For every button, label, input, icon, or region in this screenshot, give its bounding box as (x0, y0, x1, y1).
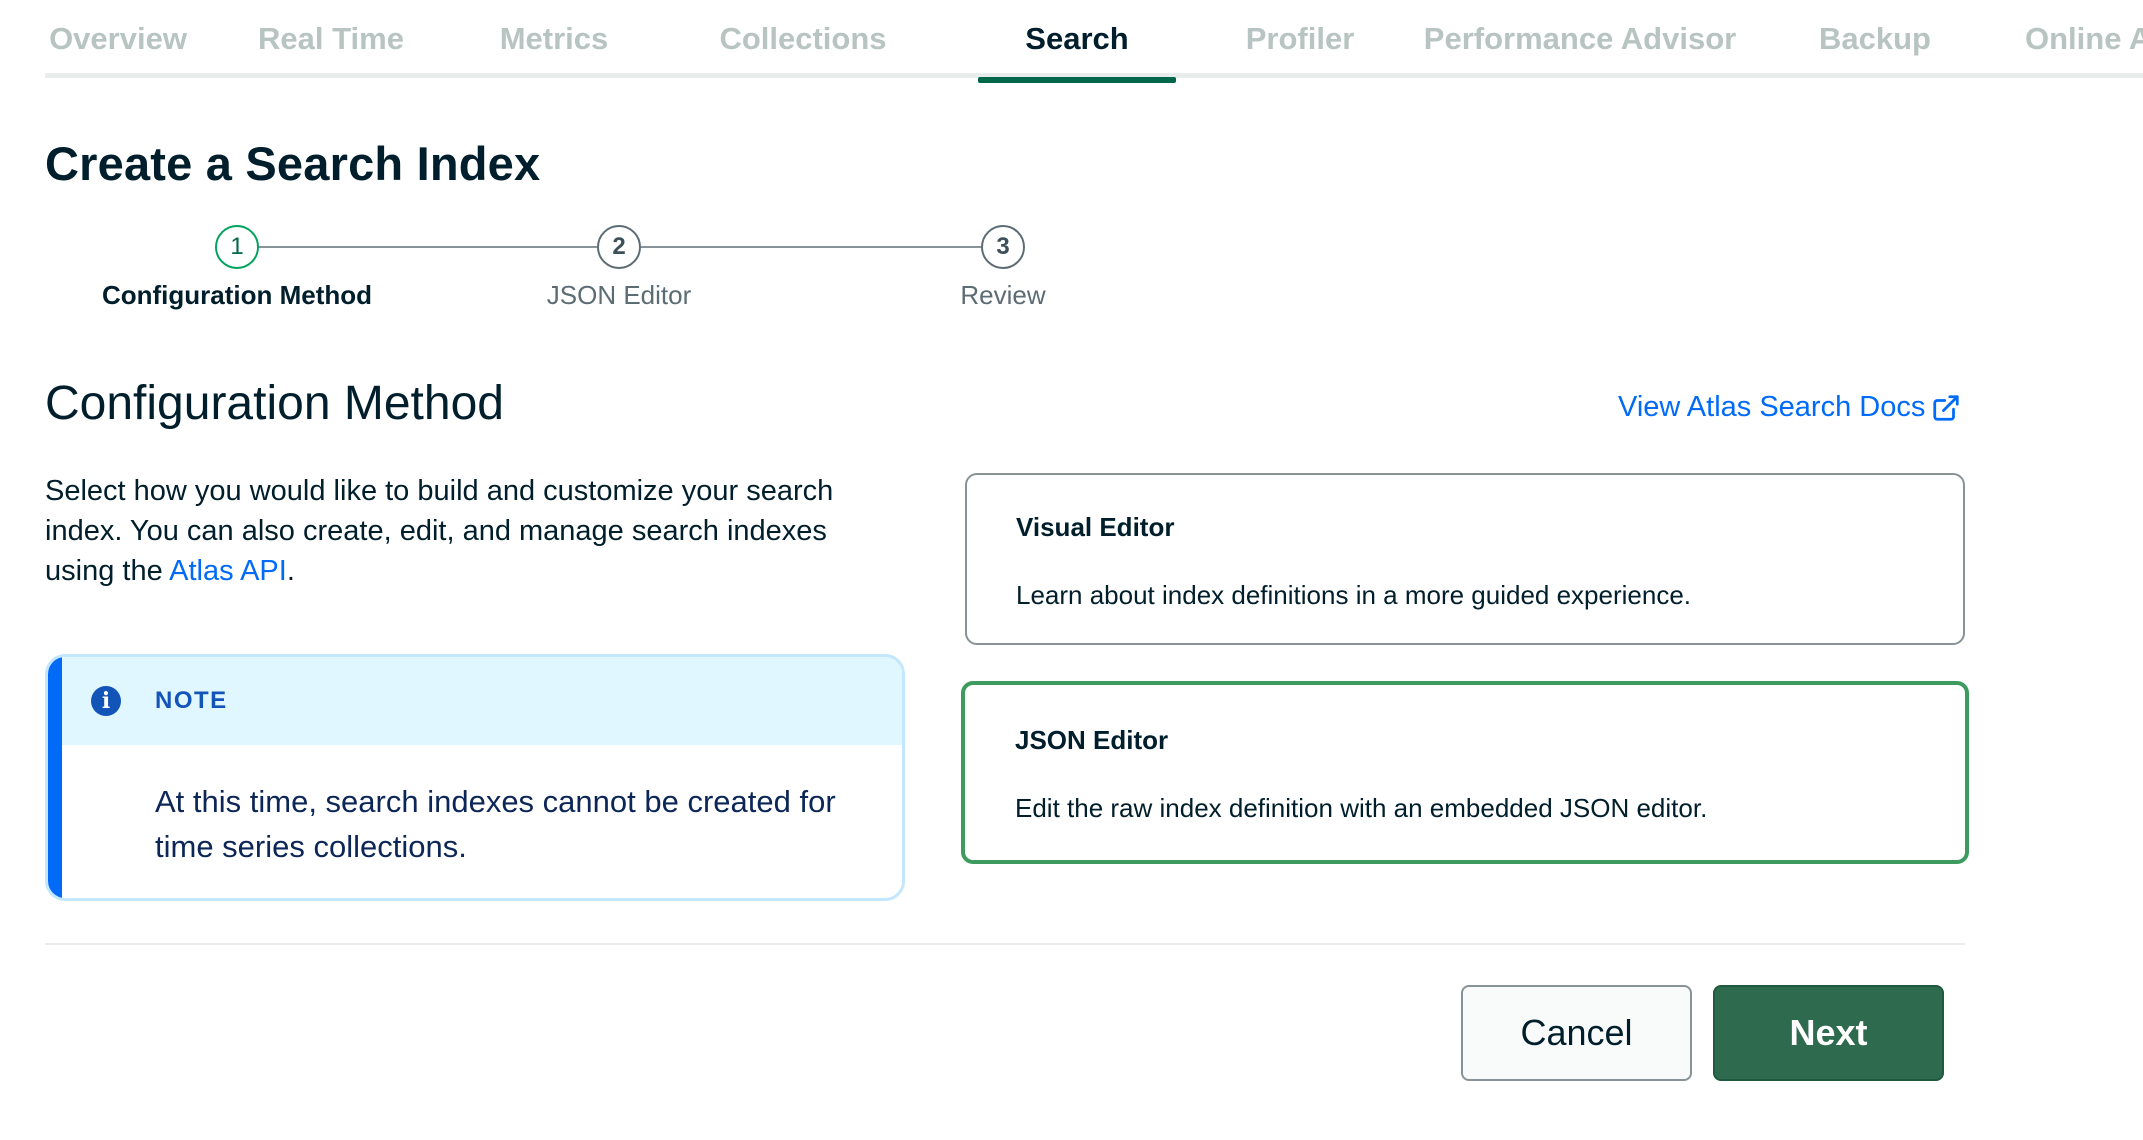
step-3-indicator: 3 (981, 225, 1025, 269)
note-accent-bar (48, 657, 62, 898)
option-title: Visual Editor (1016, 512, 1175, 542)
next-button[interactable]: Next (1713, 985, 1944, 1081)
step-connector (641, 246, 981, 248)
section-title: Configuration Method (45, 377, 504, 430)
docs-link-label: View Atlas Search Docs (1618, 391, 1926, 423)
footer-divider (45, 943, 1965, 945)
note-heading: NOTE (155, 687, 228, 714)
note-callout: i NOTE At this time, search indexes cann… (45, 654, 905, 901)
note-body: At this time, search indexes cannot be c… (155, 784, 836, 864)
atlas-api-link[interactable]: Atlas API (169, 555, 287, 587)
tab-collections[interactable]: Collections (678, 0, 928, 78)
tab-profiler[interactable]: Profiler (1220, 0, 1380, 78)
option-description: Learn about index definitions in a more … (1016, 580, 1692, 610)
tab-bar: Overview Real Time Metrics Collections S… (45, 0, 2143, 83)
tab-search[interactable]: Search (978, 0, 1176, 83)
step-3-label: Review (960, 280, 1046, 310)
cancel-button[interactable]: Cancel (1461, 985, 1692, 1081)
tab-metrics[interactable]: Metrics (464, 0, 644, 78)
json-editor-option[interactable]: JSON Editor Edit the raw index definitio… (961, 681, 1969, 864)
search-index-page: Overview Real Time Metrics Collections S… (0, 0, 2143, 1140)
tab-performance-advisor[interactable]: Performance Advisor (1415, 0, 1745, 78)
tab-overview[interactable]: Overview (45, 0, 191, 78)
note-header: i NOTE (48, 657, 902, 745)
step-2-label: JSON Editor (546, 280, 692, 310)
step-1-indicator: 1 (215, 225, 259, 269)
step-2-indicator: 2 (597, 225, 641, 269)
option-title: JSON Editor (1015, 725, 1169, 755)
visual-editor-option[interactable]: Visual Editor Learn about index definiti… (965, 473, 1965, 645)
option-description: Edit the raw index definition with an em… (1015, 793, 1708, 823)
stepper: 1 2 3 Configuration Method JSON Editor R… (45, 222, 1065, 322)
step-connector (257, 246, 597, 248)
tab-online-archive[interactable]: Online A (2025, 0, 2143, 78)
tab-real-time[interactable]: Real Time (231, 0, 431, 78)
tab-backup[interactable]: Backup (1795, 0, 1955, 78)
section-description: Select how you would like to build and c… (45, 475, 834, 587)
external-link-icon (1933, 394, 1959, 421)
page-title: Create a Search Index (45, 137, 541, 190)
info-icon: i (91, 686, 121, 716)
step-1-label: Configuration Method (101, 280, 373, 310)
view-docs-link[interactable]: View Atlas Search Docs (1618, 391, 1961, 424)
